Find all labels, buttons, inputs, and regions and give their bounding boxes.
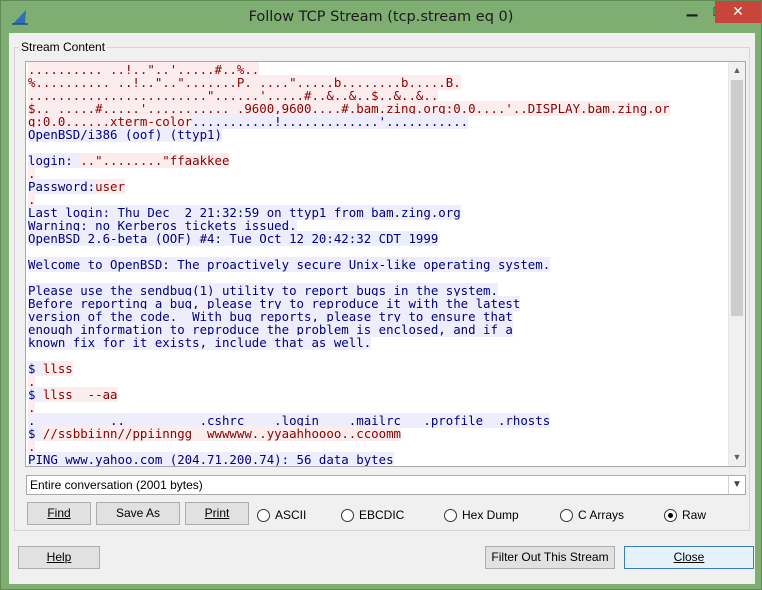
format-radio-c-arrays[interactable]: C Arrays bbox=[560, 507, 624, 523]
format-radio-hex-dump[interactable]: Hex Dump bbox=[444, 507, 519, 523]
print-button-label: Print bbox=[204, 506, 230, 520]
client-text: user bbox=[95, 179, 125, 194]
scroll-up-arrow-icon[interactable]: ▲ bbox=[729, 62, 745, 79]
stream-line: Welcome to OpenBSD: The proactively secu… bbox=[28, 257, 728, 272]
client-text: //ssbbiinn//ppiinngg wwwwww..yyaahhoooo.… bbox=[42, 426, 401, 441]
server-text: Welcome to OpenBSD: The proactively secu… bbox=[28, 257, 551, 272]
scroll-down-arrow-icon[interactable]: ▼ bbox=[729, 449, 745, 466]
format-radio-ebcdic[interactable]: EBCDIC bbox=[341, 507, 404, 523]
server-text: PING www.yahoo.com (204.71.200.74): 56 d… bbox=[28, 452, 394, 467]
stream-line: $ llss --aa bbox=[28, 387, 728, 402]
radio-checked-icon[interactable] bbox=[664, 508, 677, 522]
stream-content-label: Stream Content bbox=[19, 40, 108, 54]
stream-line: OpenBSD 2.6-beta (OOF) #4: Tue Oct 12 20… bbox=[28, 231, 728, 246]
format-radio-ascii[interactable]: ASCII bbox=[257, 507, 306, 523]
vertical-scrollbar[interactable]: ▲ ▼ bbox=[728, 62, 745, 466]
help-button[interactable]: Help bbox=[18, 546, 100, 569]
client-text: .."........"ffaakkee bbox=[80, 153, 230, 168]
window-title: Follow TCP Stream (tcp.stream eq 0) bbox=[248, 9, 514, 25]
server-text: known fix for it exists, include that as… bbox=[28, 335, 372, 350]
follow-tcp-stream-window: Follow TCP Stream (tcp.stream eq 0) ▁ ☐ … bbox=[0, 0, 762, 590]
server-text: OpenBSD/i386 (oof) (ttyp1) bbox=[28, 127, 222, 142]
title-bar[interactable]: Follow TCP Stream (tcp.stream eq 0) ▁ ☐ … bbox=[1, 1, 761, 33]
stream-line: $ llss bbox=[28, 361, 728, 376]
radio-unchecked-icon[interactable] bbox=[341, 508, 354, 522]
save-as-button-label: Save As bbox=[115, 506, 161, 520]
help-button-label: Help bbox=[46, 550, 72, 564]
save-as-button[interactable]: Save As bbox=[96, 502, 180, 525]
stream-line: PING www.yahoo.com (204.71.200.74): 56 d… bbox=[28, 452, 728, 467]
stream-line: OpenBSD/i386 (oof) (ttyp1) bbox=[28, 127, 728, 142]
find-button-label: Find bbox=[47, 506, 71, 520]
server-text: OpenBSD 2.6-beta (OOF) #4: Tue Oct 12 20… bbox=[28, 231, 439, 246]
conversation-select-value: Entire conversation (2001 bytes) bbox=[30, 478, 203, 492]
stream-line: known fix for it exists, include that as… bbox=[28, 335, 728, 350]
stream-line bbox=[28, 349, 728, 362]
format-radio-label: ASCII bbox=[275, 508, 307, 522]
server-text: Password: bbox=[28, 179, 96, 194]
scroll-thumb[interactable] bbox=[731, 80, 743, 316]
close-button-label: Close bbox=[673, 550, 705, 564]
print-button[interactable]: Print bbox=[185, 502, 249, 525]
client-text: llss --aa bbox=[42, 387, 118, 402]
stream-text-area[interactable]: .......... ..!.."..'.....#..%..%........… bbox=[25, 61, 746, 467]
stream-line: login: .."........"ffaakkee bbox=[28, 153, 728, 168]
radio-unchecked-icon[interactable] bbox=[444, 508, 457, 522]
format-radio-label: Raw bbox=[682, 508, 707, 522]
find-button[interactable]: Find bbox=[27, 502, 91, 525]
format-radio-raw[interactable]: Raw bbox=[664, 507, 706, 523]
server-text: login: bbox=[28, 153, 81, 168]
filter-out-stream-button[interactable]: Filter Out This Stream bbox=[485, 546, 615, 569]
chevron-down-icon[interactable]: ▼ bbox=[728, 476, 745, 494]
dialog-client-area: Stream Content .......... ..!.."..'.....… bbox=[9, 33, 755, 584]
format-radio-label: EBCDIC bbox=[359, 508, 405, 522]
close-button[interactable]: Close bbox=[624, 546, 754, 569]
stream-line: $ //ssbbiinn//ppiinngg wwwwww..yyaahhooo… bbox=[28, 426, 728, 441]
radio-unchecked-icon[interactable] bbox=[560, 508, 573, 522]
stream-line: . bbox=[28, 166, 728, 181]
format-radio-label: Hex Dump bbox=[462, 508, 519, 522]
stream-line: Password:user bbox=[28, 179, 728, 194]
radio-unchecked-icon[interactable] bbox=[257, 508, 270, 522]
filter-out-button-label: Filter Out This Stream bbox=[491, 550, 609, 564]
stream-text: .......... ..!.."..'.....#..%..%........… bbox=[28, 62, 728, 467]
client-text: llss bbox=[42, 361, 73, 376]
close-window-button[interactable]: ✕ bbox=[715, 1, 761, 23]
server-text: ...........!.............'........... bbox=[192, 114, 469, 129]
conversation-select[interactable]: Entire conversation (2001 bytes) ▼ bbox=[26, 475, 746, 495]
format-radio-label: C Arrays bbox=[578, 508, 625, 522]
stream-line: . bbox=[28, 374, 728, 389]
